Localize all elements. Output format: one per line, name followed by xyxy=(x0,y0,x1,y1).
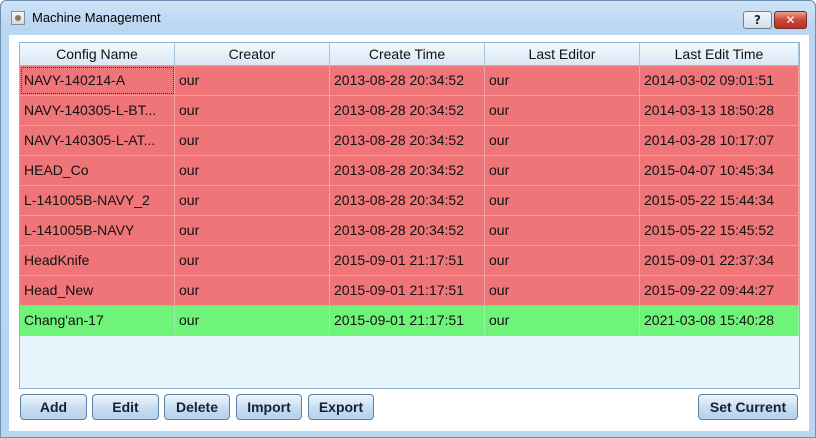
config-name-cell[interactable]: L-141005B-NAVY xyxy=(20,216,175,245)
create-time-cell[interactable]: 2013-08-28 20:34:52 xyxy=(330,216,485,245)
last-editor-cell[interactable]: our xyxy=(485,186,640,215)
table-row[interactable]: L-141005B-NAVY_2 our 2013-08-28 20:34:52… xyxy=(20,186,799,216)
config-name-cell[interactable]: L-141005B-NAVY_2 xyxy=(20,186,175,215)
config-name-cell[interactable]: HEAD_Co xyxy=(20,156,175,185)
column-header-create-time[interactable]: Create Time xyxy=(330,43,485,65)
create-time-cell[interactable]: 2015-09-01 21:17:51 xyxy=(330,246,485,275)
edit-button[interactable]: Edit xyxy=(92,394,159,420)
create-time-cell[interactable]: 2015-09-01 21:17:51 xyxy=(330,276,485,305)
table-row[interactable]: NAVY-140305-L-AT... our 2013-08-28 20:34… xyxy=(20,126,799,156)
last-edit-time-cell[interactable]: 2015-05-22 15:44:34 xyxy=(640,186,799,215)
config-name-cell[interactable]: NAVY-140305-L-BT... xyxy=(20,96,175,125)
last-editor-cell[interactable]: our xyxy=(485,126,640,155)
creator-cell[interactable]: our xyxy=(175,186,330,215)
config-table[interactable]: Config Name Creator Create Time Last Edi… xyxy=(19,42,800,389)
config-name-cell[interactable]: NAVY-140214-A xyxy=(20,66,175,95)
creator-cell[interactable]: our xyxy=(175,306,330,335)
config-name-cell[interactable]: HeadKnife xyxy=(20,246,175,275)
creator-cell[interactable]: our xyxy=(175,126,330,155)
table-row[interactable]: L-141005B-NAVY our 2013-08-28 20:34:52 o… xyxy=(20,216,799,246)
close-button[interactable]: ✕ xyxy=(774,11,807,29)
creator-cell[interactable]: our xyxy=(175,66,330,95)
config-name-cell[interactable]: NAVY-140305-L-AT... xyxy=(20,126,175,155)
creator-cell[interactable]: our xyxy=(175,216,330,245)
table-header: Config Name Creator Create Time Last Edi… xyxy=(20,43,799,66)
window-content: Config Name Creator Create Time Last Edi… xyxy=(9,35,809,431)
last-editor-cell[interactable]: our xyxy=(485,306,640,335)
last-edit-time-cell[interactable]: 2015-05-22 15:45:52 xyxy=(640,216,799,245)
create-time-cell[interactable]: 2013-08-28 20:34:52 xyxy=(330,156,485,185)
last-editor-cell[interactable]: our xyxy=(485,216,640,245)
last-edit-time-cell[interactable]: 2015-09-01 22:37:34 xyxy=(640,246,799,275)
import-button[interactable]: Import xyxy=(236,394,302,420)
last-editor-cell[interactable]: our xyxy=(485,276,640,305)
help-button[interactable]: ? xyxy=(743,11,772,29)
table-row[interactable]: Head_New our 2015-09-01 21:17:51 our 201… xyxy=(20,276,799,306)
title-bar[interactable]: Machine Management ? ✕ xyxy=(1,1,815,35)
creator-cell[interactable]: our xyxy=(175,96,330,125)
last-editor-cell[interactable]: our xyxy=(485,66,640,95)
table-row[interactable]: HeadKnife our 2015-09-01 21:17:51 our 20… xyxy=(20,246,799,276)
export-button[interactable]: Export xyxy=(308,394,374,420)
last-editor-cell[interactable]: our xyxy=(485,156,640,185)
last-editor-cell[interactable]: our xyxy=(485,96,640,125)
last-edit-time-cell[interactable]: 2014-03-28 10:17:07 xyxy=(640,126,799,155)
last-edit-time-cell[interactable]: 2014-03-02 09:01:51 xyxy=(640,66,799,95)
create-time-cell[interactable]: 2013-08-28 20:34:52 xyxy=(330,66,485,95)
table-row[interactable]: HEAD_Co our 2013-08-28 20:34:52 our 2015… xyxy=(20,156,799,186)
last-edit-time-cell[interactable]: 2015-04-07 10:45:34 xyxy=(640,156,799,185)
set-current-button[interactable]: Set Current xyxy=(698,394,798,420)
creator-cell[interactable]: our xyxy=(175,156,330,185)
delete-button[interactable]: Delete xyxy=(164,394,230,420)
config-name-cell[interactable]: Head_New xyxy=(20,276,175,305)
window-title: Machine Management xyxy=(32,10,161,25)
create-time-cell[interactable]: 2015-09-01 21:17:51 xyxy=(330,306,485,335)
app-icon xyxy=(11,11,25,25)
create-time-cell[interactable]: 2013-08-28 20:34:52 xyxy=(330,126,485,155)
column-header-last-edit-time[interactable]: Last Edit Time xyxy=(640,43,799,65)
last-edit-time-cell[interactable]: 2021-03-08 15:40:28 xyxy=(640,306,799,335)
last-editor-cell[interactable]: our xyxy=(485,246,640,275)
last-edit-time-cell[interactable]: 2014-03-13 18:50:28 xyxy=(640,96,799,125)
add-button[interactable]: Add xyxy=(20,394,87,420)
column-header-config-name[interactable]: Config Name xyxy=(20,43,175,65)
creator-cell[interactable]: our xyxy=(175,276,330,305)
table-row[interactable]: Chang'an-17 our 2015-09-01 21:17:51 our … xyxy=(20,306,799,336)
config-name-cell[interactable]: Chang'an-17 xyxy=(20,306,175,335)
column-header-last-editor[interactable]: Last Editor xyxy=(485,43,640,65)
table-row[interactable]: NAVY-140305-L-BT... our 2013-08-28 20:34… xyxy=(20,96,799,126)
column-header-creator[interactable]: Creator xyxy=(175,43,330,65)
last-edit-time-cell[interactable]: 2015-09-22 09:44:27 xyxy=(640,276,799,305)
machine-management-window: Machine Management ? ✕ Config Name Creat… xyxy=(0,0,816,438)
creator-cell[interactable]: our xyxy=(175,246,330,275)
create-time-cell[interactable]: 2013-08-28 20:34:52 xyxy=(330,96,485,125)
table-row[interactable]: NAVY-140214-A our 2013-08-28 20:34:52 ou… xyxy=(20,66,799,96)
create-time-cell[interactable]: 2013-08-28 20:34:52 xyxy=(330,186,485,215)
